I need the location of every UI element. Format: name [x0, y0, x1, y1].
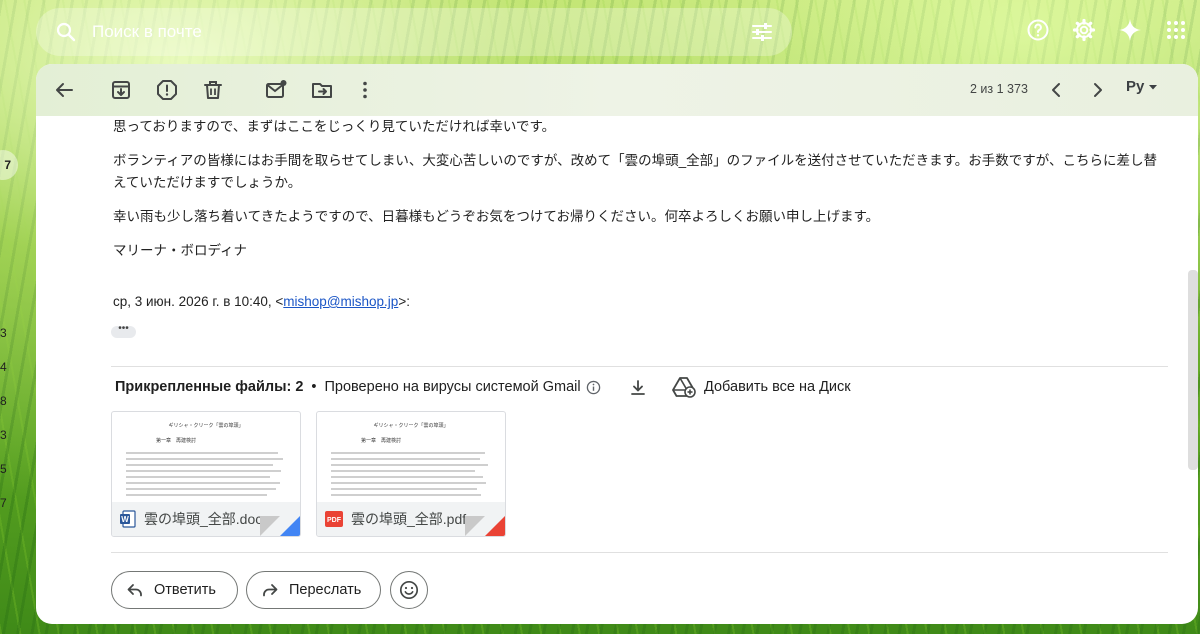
attachments-header: Прикрепленные файлы: 2 • Проверено на ви…	[115, 379, 601, 395]
quote-email-link[interactable]: mishop@mishop.jp	[283, 294, 398, 309]
move-to-icon[interactable]	[310, 78, 334, 102]
attachment-card-pdf[interactable]: ギリシャ・クリーク「雲の埠頭」 第一章 再建検討 PDF 雲の埠頭_全部.pdf	[316, 411, 506, 537]
attachments-count: Прикрепленные файлы: 2	[115, 379, 304, 395]
drive-add-icon	[672, 376, 696, 398]
preview-heading: 第一章 再建検討	[156, 438, 197, 444]
attachment-filename: 雲の埠頭_全部.docx	[144, 511, 270, 527]
preview-heading: 第一章 再建検討	[361, 438, 402, 444]
quote-suffix: >:	[398, 294, 410, 309]
top-actions	[1026, 18, 1188, 42]
search-input[interactable]	[92, 18, 692, 46]
attachment-preview: ギリシャ・クリーク「雲の埠頭」 第一章 再建検討	[112, 412, 300, 504]
forward-label: Переслать	[289, 582, 362, 598]
edge-count: 3	[0, 326, 7, 340]
scrollbar[interactable]	[1188, 270, 1198, 470]
mail-panel: 2 из 1 373 Ру 思っておりますので、まずはここをじっくり見ていただけ…	[36, 64, 1198, 624]
separator-dot: •	[311, 379, 317, 395]
pdf-icon: PDF	[325, 511, 343, 527]
smiley-icon	[399, 580, 419, 600]
reply-button[interactable]: Ответить	[111, 571, 238, 609]
input-language-label: Ру	[1126, 78, 1145, 95]
preview-title: ギリシャ・クリーク「雲の埠頭」	[168, 423, 244, 429]
edge-count: 3	[0, 428, 7, 442]
message-paragraph: 幸い雨も少し落ち着いてきたようですので、日暮様もどうぞお気をつけてお帰りください…	[113, 209, 880, 224]
divider	[111, 366, 1168, 367]
mark-unread-icon[interactable]	[264, 78, 288, 102]
input-language-selector[interactable]: Ру	[1126, 78, 1158, 95]
edge-unread-badge[interactable]: 7	[0, 150, 18, 180]
info-icon[interactable]	[586, 380, 601, 395]
edge-count: 8	[0, 394, 7, 408]
archive-icon[interactable]	[109, 78, 133, 102]
report-spam-icon[interactable]	[155, 78, 179, 102]
show-trimmed-content-button[interactable]: •••	[111, 324, 136, 338]
add-all-to-drive-label: Добавить все на Диск	[704, 379, 851, 395]
gemini-icon[interactable]	[1118, 18, 1142, 42]
newer-chevron-icon[interactable]	[1044, 78, 1068, 102]
virus-scan-note: Проверено на вирусы системой Gmail	[324, 379, 581, 395]
older-chevron-icon[interactable]	[1086, 78, 1110, 102]
quote-date: ср, 3 июн. 2026 г. в 10:40, <	[113, 294, 284, 309]
svg-text:PDF: PDF	[327, 517, 342, 524]
settings-icon[interactable]	[1072, 18, 1096, 42]
quoted-header: ср, 3 июн. 2026 г. в 10:40, <mishop@mish…	[113, 294, 410, 309]
edge-count: 7	[0, 496, 7, 510]
word-doc-icon: W	[120, 510, 136, 528]
edge-count: 5	[0, 462, 7, 476]
preview-title: ギリシャ・クリーク「雲の埠頭」	[373, 423, 449, 429]
reply-label: Ответить	[154, 582, 216, 598]
download-all-icon[interactable]	[628, 378, 648, 398]
docx-corner-mark	[280, 516, 300, 536]
message-paragraph: 思っておりますので、まずはここをじっくり見ていただければ幸いです。	[113, 119, 556, 134]
back-arrow-icon[interactable]	[52, 78, 76, 102]
caret-down-icon	[1148, 82, 1158, 92]
search-options-icon[interactable]	[750, 20, 774, 44]
attachment-filename: 雲の埠頭_全部.pdf	[351, 511, 467, 527]
svg-text:W: W	[121, 515, 129, 524]
message-paragraph: ボランティアの皆様にはお手間を取らせてしまい、大変心苦しいのですが、改めて「雲の…	[113, 153, 1158, 190]
help-icon[interactable]	[1026, 18, 1050, 42]
search-icon[interactable]	[54, 20, 78, 44]
reply-icon	[126, 581, 144, 599]
message-signature: マリーナ・ボロディナ	[113, 243, 248, 258]
divider	[111, 552, 1168, 553]
more-vert-icon[interactable]	[353, 78, 377, 102]
add-all-to-drive-button[interactable]: Добавить все на Диск	[672, 376, 851, 398]
attachment-preview: ギリシャ・クリーク「雲の埠頭」 第一章 再建検討	[317, 412, 505, 504]
forward-button[interactable]: Переслать	[246, 571, 381, 609]
apps-grid-icon[interactable]	[1164, 18, 1188, 42]
edge-count: 4	[0, 360, 7, 374]
emoji-reaction-button[interactable]	[390, 571, 428, 609]
pager-count: 2 из 1 373	[970, 82, 1028, 96]
pdf-corner-mark	[485, 516, 505, 536]
message-toolbar: 2 из 1 373 Ру	[36, 64, 1198, 116]
forward-icon	[261, 581, 279, 599]
attachment-card-docx[interactable]: ギリシャ・クリーク「雲の埠頭」 第一章 再建検討 W 雲の埠頭_全部.docx	[111, 411, 301, 537]
delete-icon[interactable]	[201, 78, 225, 102]
search-bar[interactable]	[36, 8, 792, 56]
